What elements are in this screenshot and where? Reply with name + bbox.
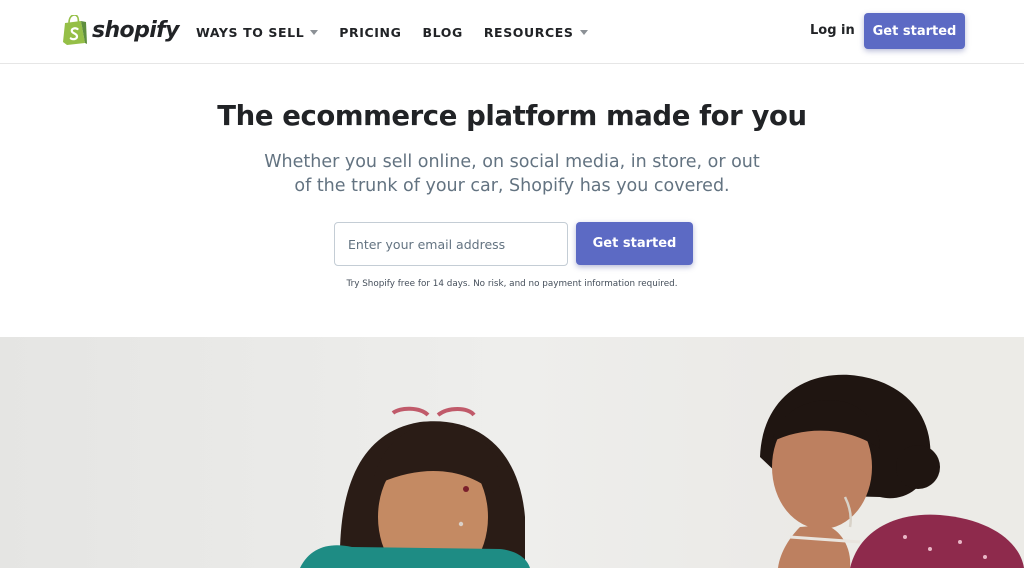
nav-item-ways-to-sell[interactable]: WAYS TO SELL [196, 24, 319, 40]
email-input[interactable] [334, 222, 568, 266]
nav-item-resources[interactable]: RESOURCES [484, 25, 588, 40]
login-link[interactable]: Log in [810, 23, 855, 38]
caret-down-icon [310, 30, 319, 35]
trial-note: Try Shopify free for 14 days. No risk, a… [346, 279, 678, 289]
hero-subtitle: Whether you sell online, on social media… [264, 152, 760, 196]
hero-photo-illustration [0, 337, 1024, 568]
shopify-logo[interactable]: shopify [62, 14, 179, 46]
hero-get-started-button[interactable]: Get started [576, 222, 693, 265]
brand-name: shopify [92, 17, 179, 43]
nav-item-label: BLOG [422, 24, 463, 40]
hero-photo [0, 337, 1024, 568]
nav-item-label: PRICING [339, 24, 402, 40]
nav-item-label: RESOURCES [483, 24, 574, 40]
site-header: shopify WAYS TO SELL PRICING BLOG RESOUR… [0, 0, 1024, 64]
caret-down-icon [579, 30, 588, 35]
nav-item-pricing[interactable]: PRICING [339, 25, 401, 40]
shopping-bag-icon [63, 15, 87, 45]
nav-item-label: WAYS TO SELL [196, 24, 305, 40]
nav-item-blog[interactable]: BLOG [422, 25, 462, 40]
main-nav: WAYS TO SELL PRICING BLOG RESOURCES [196, 0, 609, 64]
hero-title: The ecommerce platform made for you [217, 100, 807, 132]
header-get-started-button[interactable]: Get started [864, 13, 965, 49]
